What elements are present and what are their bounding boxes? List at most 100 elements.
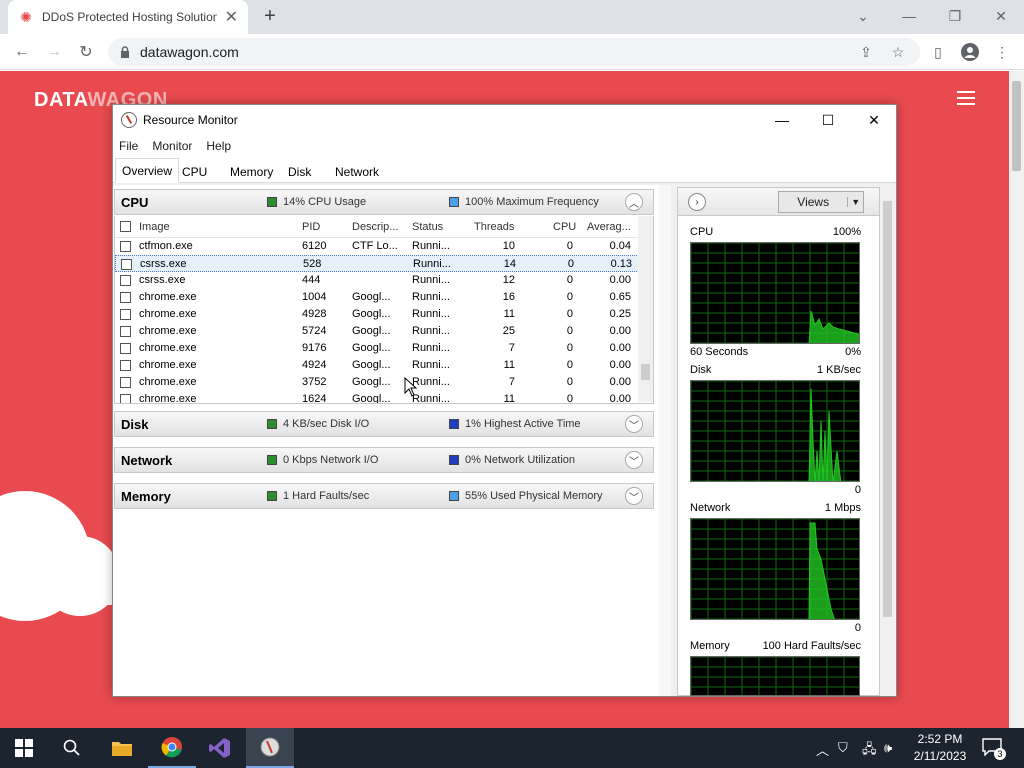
profile-avatar-icon[interactable] — [958, 40, 982, 64]
bookmark-star-icon[interactable]: ☆ — [886, 40, 910, 64]
close-button[interactable]: ✕ — [851, 105, 897, 135]
table-row[interactable]: csrss.exe 528 Runni... 14 0 0.13 — [115, 255, 641, 272]
memory-section-header[interactable]: Memory 1 Hard Faults/sec 55% Used Physic… — [114, 483, 654, 509]
network-graph-label: Network — [690, 502, 731, 514]
show-hidden-icons-icon[interactable]: ︿ — [816, 740, 829, 759]
close-tab-icon[interactable]: ✕ — [225, 7, 238, 27]
expand-chevron-icon[interactable]: ﹀ — [625, 415, 643, 433]
address-bar[interactable]: datawagon.com — [108, 38, 920, 66]
tab-cpu[interactable]: CPU — [176, 160, 213, 183]
column-average-cpu[interactable]: Averag... — [587, 221, 631, 233]
cell-cpu: 0 — [566, 342, 573, 354]
row-checkbox[interactable] — [120, 343, 131, 354]
tab-search-icon[interactable]: ⌄ — [840, 0, 886, 32]
back-icon[interactable]: ← — [10, 40, 34, 64]
menu-monitor[interactable]: Monitor — [152, 139, 192, 153]
row-checkbox[interactable] — [120, 360, 131, 371]
cell-status: Runni... — [412, 240, 450, 252]
new-tab-button[interactable]: + — [258, 4, 282, 28]
column-threads[interactable]: Threads — [474, 221, 514, 233]
chrome-icon[interactable] — [148, 728, 196, 768]
file-explorer-icon[interactable] — [98, 728, 146, 768]
mouse-cursor-icon — [404, 377, 418, 397]
table-row[interactable]: chrome.exe 1004 Googl... Runni... 16 0 0.65 — [115, 289, 641, 306]
reload-icon[interactable]: ↻ — [74, 40, 98, 64]
column-cpu[interactable]: CPU — [553, 221, 576, 233]
table-scrollbar[interactable] — [638, 216, 653, 402]
menu-help[interactable]: Help — [206, 139, 231, 153]
expand-chevron-icon[interactable]: ﹀ — [625, 487, 643, 505]
network-icon[interactable]: 🖧 — [862, 740, 877, 762]
minimize-button[interactable]: — — [759, 105, 805, 135]
section-title: Disk — [121, 416, 149, 432]
disk-section-header[interactable]: Disk 4 KB/sec Disk I/O 1% Highest Active… — [114, 411, 654, 437]
row-checkbox[interactable] — [120, 377, 131, 388]
row-checkbox[interactable] — [120, 394, 131, 403]
resource-monitor-taskbar-icon[interactable] — [246, 728, 294, 768]
graph-pane-scrollbar[interactable] — [880, 187, 895, 696]
start-button[interactable] — [0, 728, 48, 768]
network-io-stat: 0 Kbps Network I/O — [283, 454, 379, 466]
network-section-header[interactable]: Network 0 Kbps Network I/O 0% Network Ut… — [114, 447, 654, 473]
page-scrollbar[interactable] — [1009, 71, 1024, 728]
row-checkbox[interactable] — [121, 259, 132, 270]
notifications-icon[interactable]: 3 — [982, 738, 1006, 760]
tab-overview[interactable]: Overview — [115, 158, 180, 183]
cell-cpu: 0 — [566, 393, 573, 404]
table-row[interactable]: chrome.exe 1624 Googl... Runni... 11 0 0.00 — [115, 391, 641, 404]
menu-file[interactable]: File — [119, 139, 138, 153]
table-row[interactable]: chrome.exe 5724 Googl... Runni... 25 0 0.00 — [115, 323, 641, 340]
tab-network[interactable]: Network — [329, 160, 385, 183]
row-checkbox[interactable] — [120, 326, 131, 337]
table-row[interactable]: ctfmon.exe 6120 CTF Lo... Runni... 10 0 0.04 — [115, 238, 641, 255]
tab-memory[interactable]: Memory — [224, 160, 279, 183]
browser-tab[interactable]: ✺ DDoS Protected Hosting Solution ✕ — [8, 0, 248, 34]
pane-scrollbar[interactable] — [659, 185, 671, 696]
table-row[interactable]: chrome.exe 3752 Googl... Runni... 7 0 0.00 — [115, 374, 641, 391]
table-row[interactable]: chrome.exe 4928 Googl... Runni... 11 0 0.25 — [115, 306, 641, 323]
table-row[interactable]: chrome.exe 4924 Googl... Runni... 11 0 0.00 — [115, 357, 641, 374]
minimize-browser-button[interactable]: — — [886, 0, 932, 32]
cell-image: csrss.exe — [140, 258, 187, 270]
column-description[interactable]: Descrip... — [352, 221, 398, 233]
visual-studio-icon[interactable] — [196, 728, 244, 768]
column-status[interactable]: Status — [412, 221, 443, 233]
search-icon[interactable] — [48, 728, 96, 768]
restore-browser-button[interactable]: ❐ — [932, 0, 978, 32]
views-dropdown[interactable]: Views ▼ — [778, 191, 864, 213]
table-row[interactable]: csrss.exe 444 Runni... 12 0 0.00 — [115, 272, 641, 289]
table-header: Image PID Descrip... Status Threads CPU … — [115, 216, 641, 238]
cpu-section-header[interactable]: CPU 14% CPU Usage 100% Maximum Frequency… — [114, 189, 654, 215]
volume-icon[interactable]: 🕪 — [884, 740, 892, 756]
share-icon[interactable]: ⇪ — [854, 40, 878, 64]
memory-graph — [690, 656, 860, 696]
column-image[interactable]: Image — [139, 221, 170, 233]
cell-threads: 16 — [502, 291, 515, 303]
hamburger-menu-icon[interactable] — [957, 91, 975, 105]
maximize-button[interactable]: ☐ — [805, 105, 851, 135]
window-title: Resource Monitor — [143, 113, 238, 127]
side-panel-icon[interactable]: ▯ — [926, 40, 950, 64]
row-checkbox[interactable] — [120, 275, 131, 286]
disk-graph-max: 1 KB/sec — [816, 364, 861, 376]
hard-faults-stat: 1 Hard Faults/sec — [283, 490, 370, 502]
cell-threads: 11 — [503, 393, 515, 404]
close-browser-button[interactable]: ✕ — [978, 0, 1024, 32]
collapse-chevron-icon[interactable]: ︿ — [625, 193, 643, 211]
section-title: Network — [121, 452, 173, 468]
security-icon[interactable]: ⛉ — [838, 740, 848, 756]
cell-average-cpu: 0.25 — [609, 308, 631, 320]
row-checkbox[interactable] — [120, 309, 131, 320]
select-all-checkbox[interactable] — [120, 221, 131, 232]
cell-pid: 528 — [303, 258, 322, 270]
expand-chevron-icon[interactable]: ﹀ — [625, 451, 643, 469]
column-pid[interactable]: PID — [302, 221, 320, 233]
browser-menu-icon[interactable]: ⋮ — [990, 40, 1014, 64]
forward-icon[interactable]: → — [42, 40, 66, 64]
taskbar-clock[interactable]: 2:52 PM 2/11/2023 — [902, 731, 978, 765]
collapse-pane-icon[interactable]: › — [688, 193, 706, 211]
table-row[interactable]: chrome.exe 9176 Googl... Runni... 7 0 0.00 — [115, 340, 641, 357]
row-checkbox[interactable] — [120, 292, 131, 303]
row-checkbox[interactable] — [120, 241, 131, 252]
tab-disk[interactable]: Disk — [282, 160, 317, 183]
